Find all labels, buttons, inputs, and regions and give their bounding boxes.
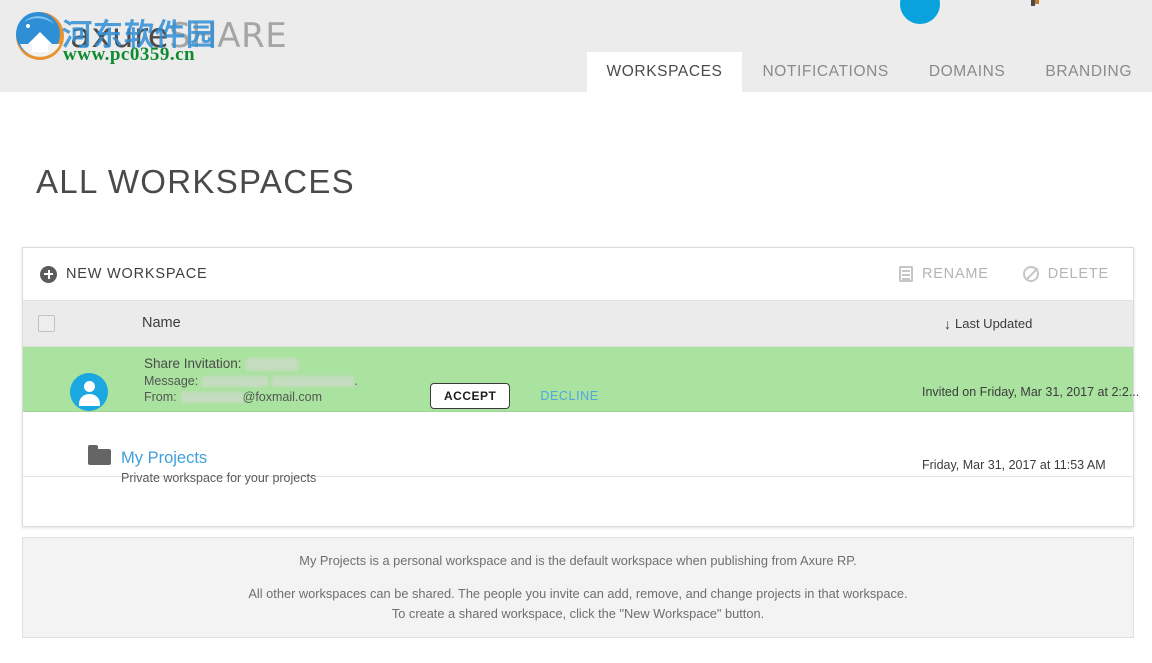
invitation-from-line: From: @foxmail.com xyxy=(144,389,358,405)
column-header-last-updated-label: Last Updated xyxy=(955,315,1033,331)
note-line-3: To create a shared workspace, click the … xyxy=(391,606,765,621)
tab-domains[interactable]: DOMAINS xyxy=(909,52,1026,92)
avatar-head-shape xyxy=(84,381,95,392)
column-header-name[interactable]: Name xyxy=(142,315,181,332)
new-workspace-button[interactable]: NEW WORKSPACE xyxy=(40,265,208,283)
delete-button[interactable]: DELETE xyxy=(1022,266,1109,282)
redacted-workspace-name xyxy=(245,357,298,371)
invitation-date: Invited on Friday, Mar 31, 2017 at 2:2..… xyxy=(922,385,1140,399)
workspace-name-link[interactable]: My Projects xyxy=(121,448,207,468)
delete-label: DELETE xyxy=(1047,266,1109,282)
logo-text: axureSHARE xyxy=(70,15,287,57)
folder-icon xyxy=(88,445,111,465)
delete-icon xyxy=(1022,266,1039,282)
invitation-details: Share Invitation: Message: . From: @foxm… xyxy=(144,355,358,405)
redacted-message-part2 xyxy=(272,375,355,387)
sort-descending-icon: ↓ xyxy=(944,315,951,332)
rename-button[interactable]: RENAME xyxy=(898,266,989,282)
invitation-from-label: From: xyxy=(144,390,177,404)
tab-workspaces[interactable]: WORKSPACES xyxy=(586,52,743,92)
note-line-1: My Projects is a personal workspace and … xyxy=(299,553,857,568)
table-header-row: Name ↓ Last Updated xyxy=(23,301,1133,347)
site-logo[interactable]: axureSHARE xyxy=(14,8,287,64)
avatar-body-shape xyxy=(79,394,100,406)
workspaces-toolbar: NEW WORKSPACE RENAME DELETE xyxy=(23,248,1133,301)
info-note-panel: My Projects is a personal workspace and … xyxy=(22,537,1134,638)
invitation-avatar-icon xyxy=(70,373,108,411)
rename-label: RENAME xyxy=(921,266,989,282)
logo-text-share: SHARE xyxy=(169,16,288,56)
redacted-email-user xyxy=(180,391,243,403)
invitation-title-label: Share Invitation: xyxy=(144,356,242,371)
new-workspace-label: NEW WORKSPACE xyxy=(66,265,208,282)
accept-button[interactable]: ACCEPT xyxy=(430,383,511,409)
decline-button[interactable]: DECLINE xyxy=(540,389,598,404)
note-line-2: All other workspaces can be shared. The … xyxy=(248,586,908,601)
main-nav-tabs: WORKSPACES NOTIFICATIONS DOMAINS BRANDIN… xyxy=(586,52,1152,92)
workspace-description: Private workspace for your projects xyxy=(121,471,317,485)
invitation-message-tail: . xyxy=(354,374,358,388)
tab-notifications[interactable]: NOTIFICATIONS xyxy=(742,52,908,92)
toolbar-actions: RENAME DELETE xyxy=(898,266,1119,282)
app-page: axureSHARE 河东软件园 www.pc0359.cn WORKSPACE… xyxy=(0,0,1152,663)
workspace-date: Friday, Mar 31, 2017 at 11:53 AM xyxy=(922,458,1106,472)
invitation-actions: ACCEPT DECLINE xyxy=(430,383,599,409)
plus-circle-icon xyxy=(40,265,57,283)
invitation-from-domain: @foxmail.com xyxy=(242,390,323,404)
invitation-message-line: Message: . xyxy=(144,373,358,389)
invitation-title-line: Share Invitation: xyxy=(144,355,358,373)
column-header-last-updated[interactable]: ↓ Last Updated xyxy=(944,316,1032,332)
invitation-message-label: Message: xyxy=(144,374,199,388)
account-avatar[interactable] xyxy=(900,0,940,24)
logo-text-axure: axure xyxy=(70,16,170,56)
caret-accent-icon xyxy=(1035,0,1039,4)
page-title: ALL WORKSPACES xyxy=(36,163,355,200)
site-header: axureSHARE 河东软件园 www.pc0359.cn WORKSPACE… xyxy=(0,0,1152,92)
logo-mark-icon xyxy=(14,10,66,62)
rename-icon xyxy=(898,266,913,282)
tab-branding[interactable]: BRANDING xyxy=(1025,52,1152,92)
select-all-checkbox[interactable] xyxy=(38,315,55,332)
redacted-message-part1 xyxy=(202,375,269,387)
